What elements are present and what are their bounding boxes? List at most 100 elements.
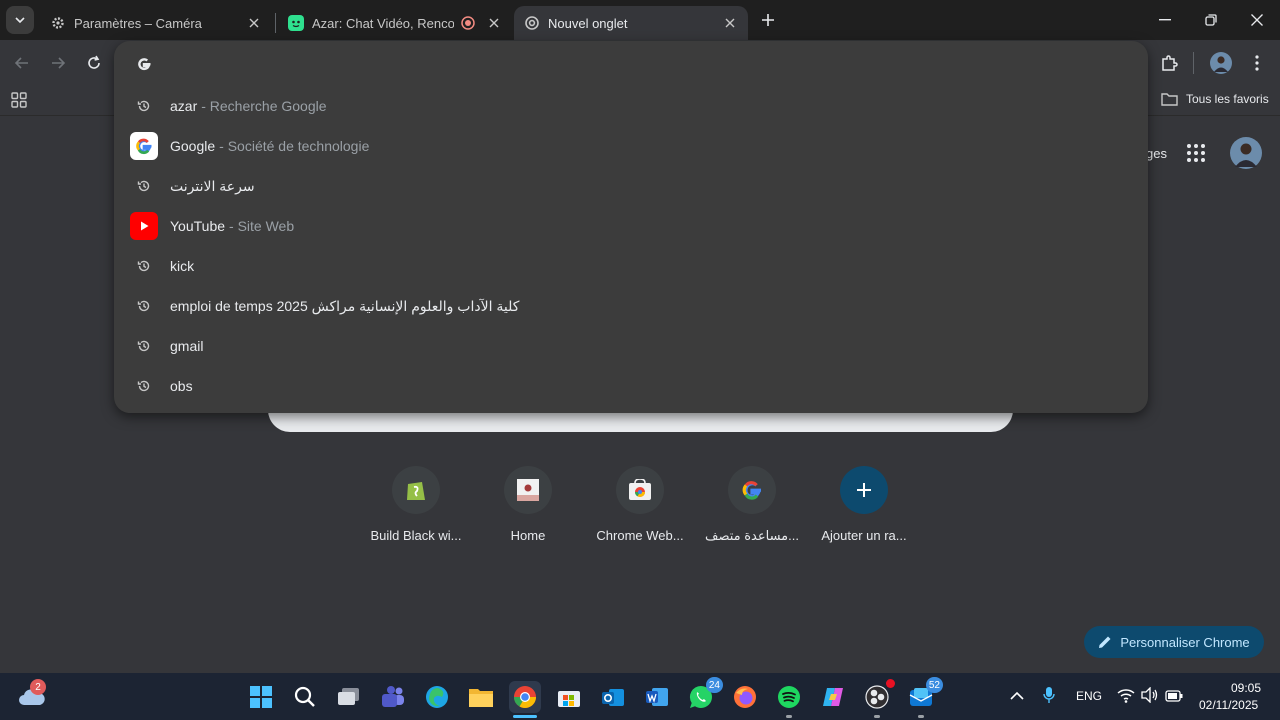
word-icon [646,688,668,706]
spotify-app[interactable] [773,681,805,713]
store-app[interactable] [553,681,585,713]
shortcut-label: Ajouter un ra... [821,528,907,543]
suggestion-row[interactable]: obs [114,366,1148,406]
running-app-indicator [874,715,880,718]
tab-settings-camera[interactable]: Paramètres – Caméra [40,6,272,40]
tab-new-tab[interactable]: Nouvel onglet [514,6,748,40]
wifi-status[interactable] [1117,687,1135,708]
weather-widget[interactable]: 2 [16,679,48,713]
suggestion-row[interactable]: emploi de temps 2025 كلية الآداب والعلوم… [114,286,1148,326]
history-icon [130,252,158,280]
task-view-button[interactable] [333,681,365,713]
suggestion-row[interactable]: gmail [114,326,1148,366]
puzzle-icon [1162,55,1178,71]
whatsapp-app[interactable]: 24 [685,677,723,713]
word-app[interactable] [641,681,673,713]
chrome-menu-button[interactable] [1244,50,1270,76]
suggestion-row[interactable]: kick [114,246,1148,286]
outlook-badge: 52 [925,677,943,693]
reload-icon [88,55,100,69]
close-icon[interactable] [246,15,262,31]
new-tab-button[interactable] [756,8,780,32]
all-favorites-button[interactable]: Tous les favoris [1161,92,1269,106]
arrow-right-icon [52,57,66,69]
customize-chrome-button[interactable]: Personnaliser Chrome [1084,626,1264,658]
battery-icon [1165,690,1183,702]
language-indicator[interactable]: ENG [1076,689,1102,703]
apps-button[interactable] [11,92,27,113]
running-app-indicator [786,715,792,718]
shortcut-label: مساعدة متصف... [705,528,799,543]
outlook-app[interactable] [597,681,629,713]
suggestion-row[interactable]: سرعة الانترنت [114,166,1148,206]
forward-button[interactable] [45,50,71,76]
shortcut-label: Build Black wi... [370,528,462,543]
omnibox-dropdown: azar - Recherche Google Google - Société… [114,41,1148,413]
speaker-icon [1141,686,1158,704]
suggestion-desc: - Société de technologie [219,138,370,154]
chrome-icon [524,15,540,31]
toolbar-divider [1193,52,1194,74]
chevron-up-icon [1010,691,1024,700]
tab-azar[interactable]: Azar: Chat Vidéo, Rencontres [278,6,512,40]
suggestion-row[interactable]: azar - Recherche Google [114,86,1148,126]
obs-icon [865,685,889,709]
outlook-icon [602,689,624,706]
clock-time[interactable]: 09:05 [1231,681,1261,695]
outlook-new-app[interactable]: 52 [905,677,943,713]
active-app-indicator [513,715,537,718]
google-account-avatar[interactable] [1230,137,1262,174]
images-link[interactable]: ges [1146,146,1167,161]
profile-avatar[interactable] [1208,50,1234,76]
suggestion-row[interactable]: Google - Société de technologie [114,126,1148,166]
microphone-button[interactable] [1043,686,1055,709]
close-window-button[interactable] [1234,0,1280,40]
search-icon [294,686,315,707]
close-icon [1251,14,1263,26]
minimize-button[interactable] [1142,0,1188,40]
restore-button[interactable] [1188,0,1234,40]
copilot-app[interactable] [817,681,849,713]
shortcut-label: Chrome Web... [596,528,684,543]
search-button[interactable] [289,681,321,713]
folder-icon [1161,93,1178,106]
google-g-icon [138,58,151,71]
omnibox-input[interactable] [136,53,164,75]
chrome-web-store-icon [616,466,664,514]
shortcut-tile[interactable]: Home [472,466,584,556]
tab-search-button[interactable] [6,6,34,34]
windows-logo-icon [250,686,272,708]
start-button[interactable] [245,681,277,713]
chrome-app[interactable] [509,681,541,713]
history-icon [130,172,158,200]
close-icon[interactable] [722,15,738,31]
firefox-icon [734,686,756,708]
teams-app[interactable] [377,681,409,713]
suggestion-text: سرعة الانترنت [170,177,255,194]
reload-button[interactable] [81,50,107,76]
close-icon[interactable] [486,15,502,31]
suggestion-row[interactable]: YouTube - Site Web [114,206,1148,246]
shortcut-tile[interactable]: Build Black wi... [360,466,472,556]
firefox-app[interactable] [729,681,761,713]
edge-app[interactable] [421,681,453,713]
spotify-icon [778,686,800,708]
extensions-button[interactable] [1156,50,1182,76]
shortcut-tile[interactable]: مساعدة متصف... [696,466,808,556]
arrow-left-icon [14,57,28,69]
show-hidden-icons-button[interactable] [1010,688,1024,706]
google-apps-button[interactable] [1186,143,1206,168]
shortcut-tile[interactable]: Chrome Web... [584,466,696,556]
minimize-icon [1159,19,1171,21]
file-explorer-app[interactable] [465,681,497,713]
back-button[interactable] [9,50,35,76]
volume-status[interactable] [1141,686,1159,708]
google-icon [728,466,776,514]
clock-date[interactable]: 02/11/2025 [1199,698,1258,712]
tab-separator [275,13,276,33]
add-shortcut-tile[interactable]: Ajouter un ra... [808,466,920,556]
suggestion-text: YouTube [170,218,226,234]
obs-app[interactable] [861,679,895,713]
recording-icon [460,15,476,31]
battery-status[interactable] [1165,689,1183,707]
